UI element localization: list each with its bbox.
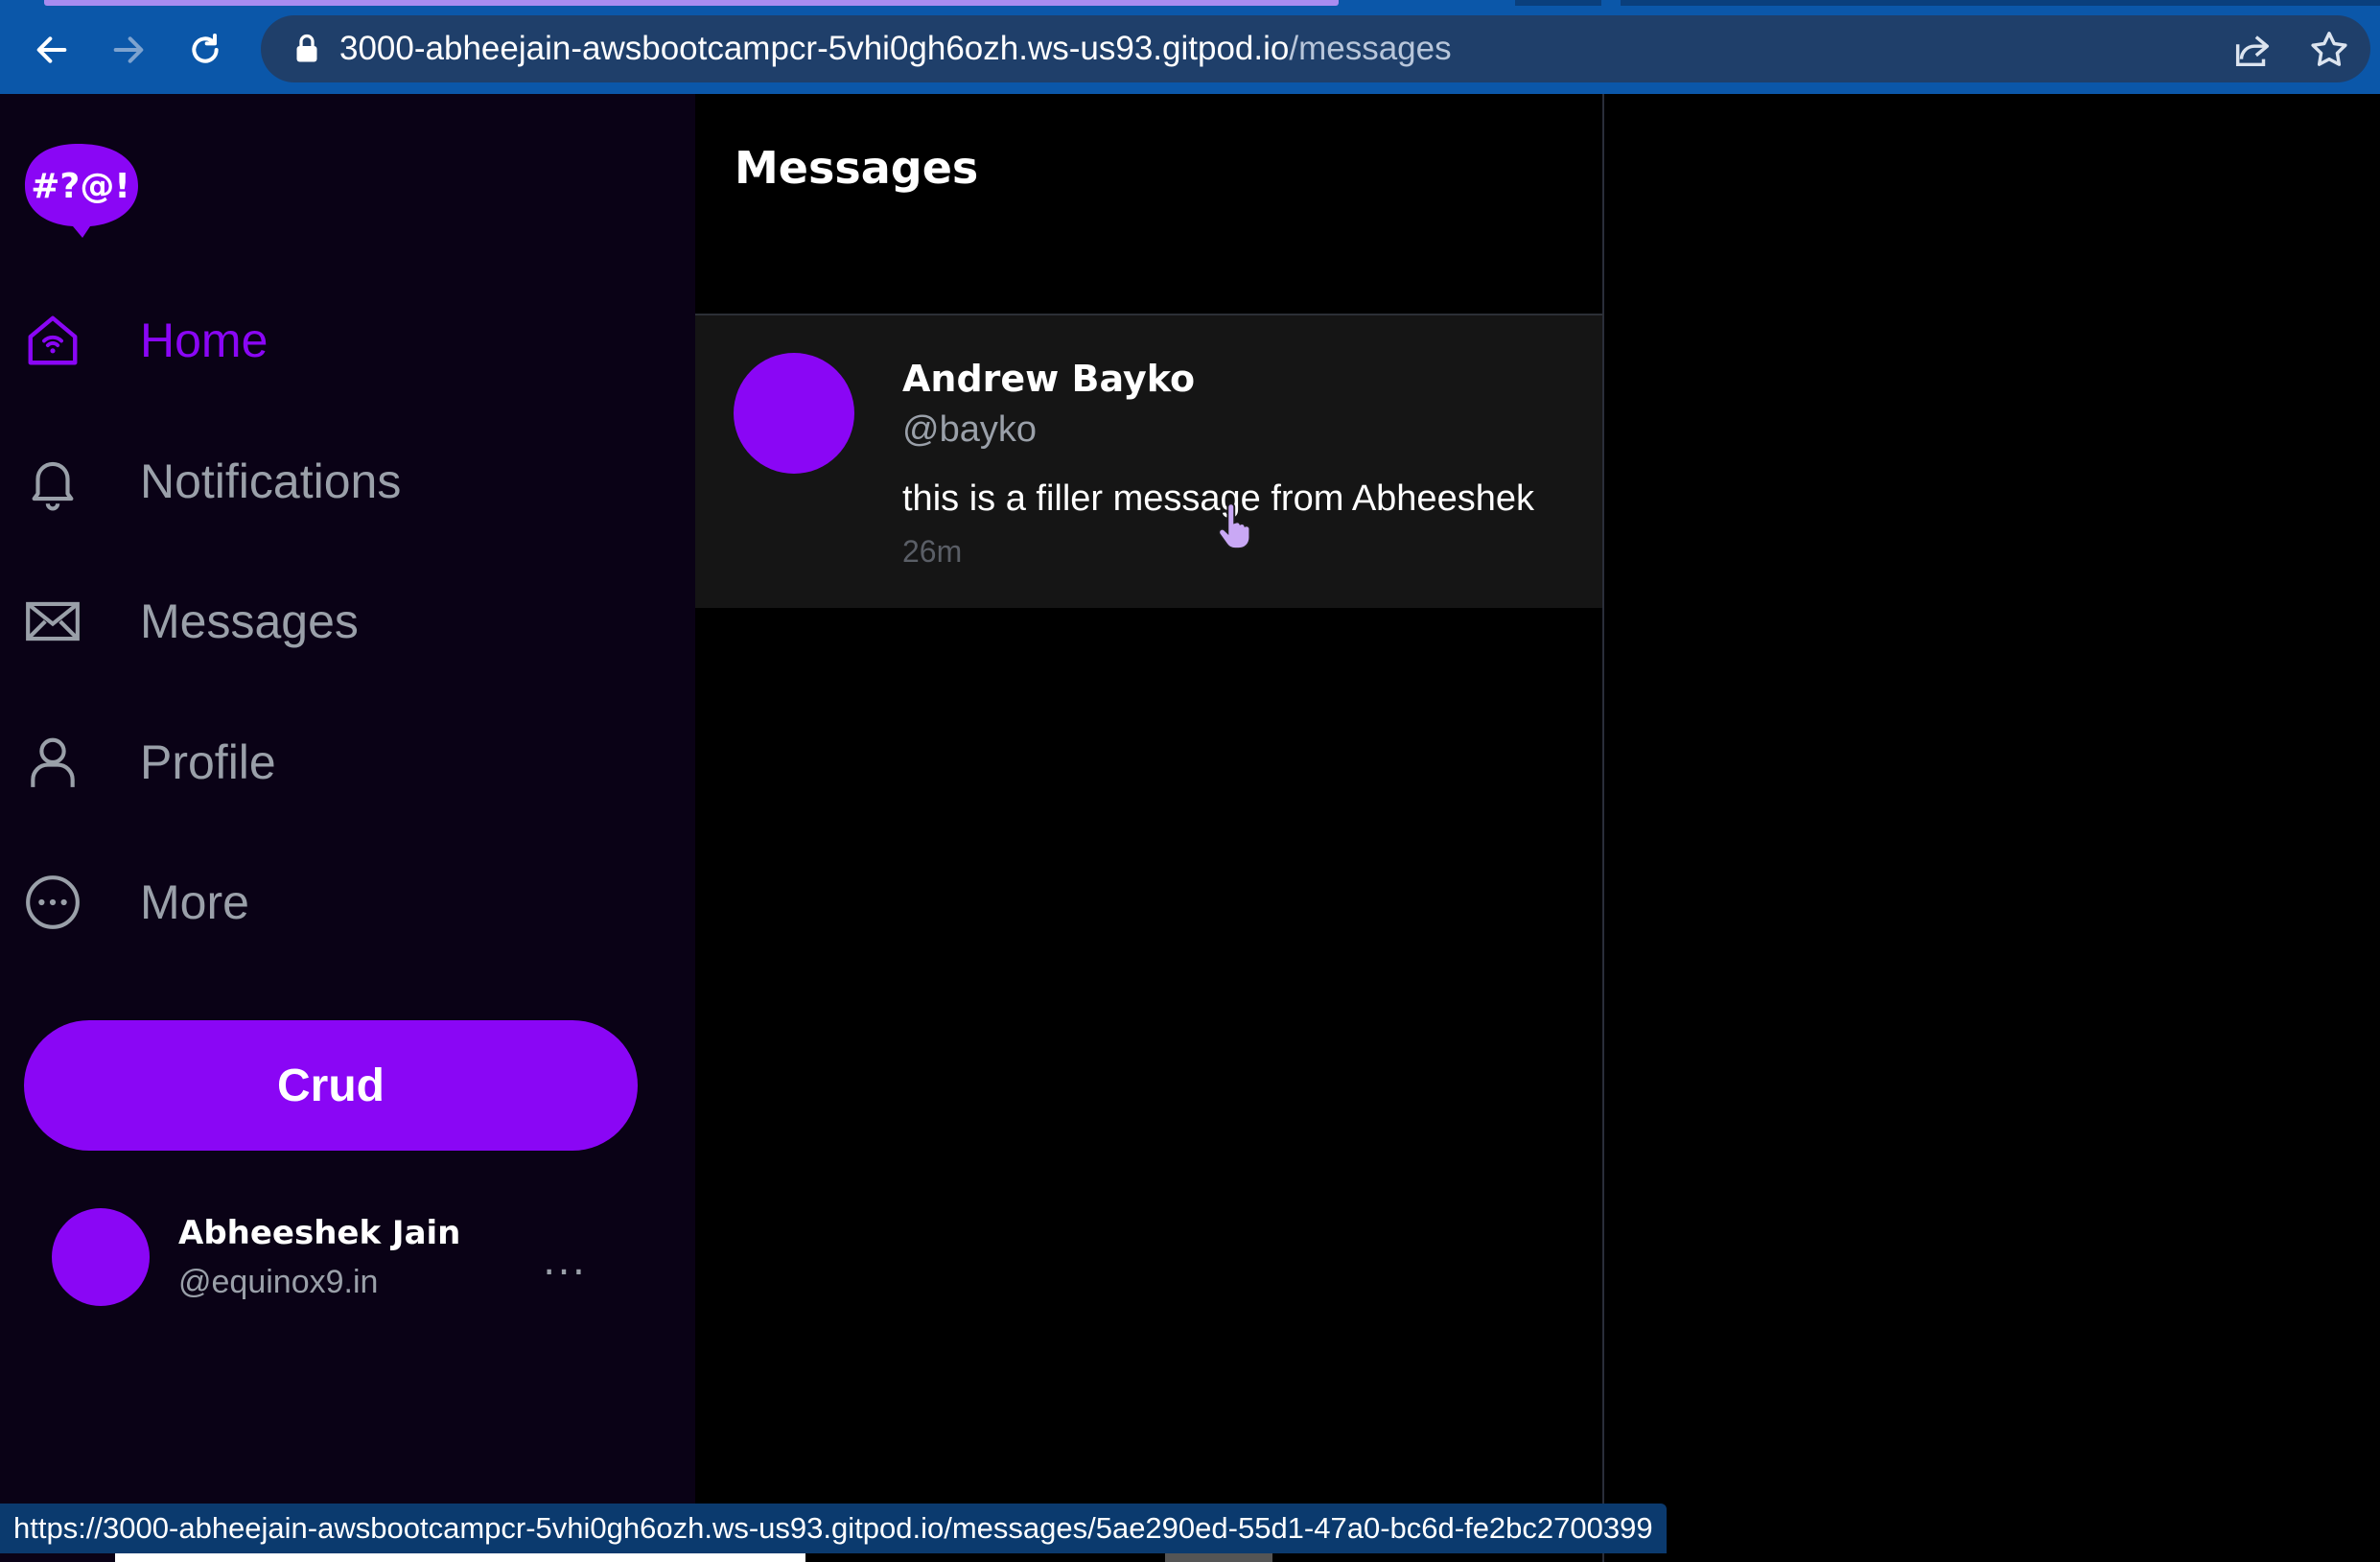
current-user-card[interactable]: Abheeshek Jain @equinox9.in ... [52, 1208, 665, 1308]
home-icon [23, 311, 82, 370]
reload-icon [192, 34, 219, 63]
sidebar-item-label: More [140, 875, 249, 929]
sidebar-item-label: Messages [140, 594, 359, 648]
lock-icon [296, 34, 317, 62]
crud-button[interactable]: Crud [24, 1020, 638, 1151]
bell-icon [23, 452, 82, 511]
sidebar-item-messages[interactable]: Messages [23, 583, 675, 660]
user-more-button[interactable]: ... [543, 1237, 587, 1284]
more-circle-icon [23, 873, 82, 932]
user-display-name: Abheeshek Jain [178, 1214, 461, 1252]
back-button[interactable] [23, 21, 81, 79]
arrow-left-icon [36, 36, 67, 63]
sidebar-item-notifications[interactable]: Notifications [23, 443, 675, 520]
arrow-right-icon [113, 36, 144, 63]
message-group-item[interactable]: Andrew Bayko @bayko this is a filler mes… [695, 315, 1602, 608]
taskbar-strip [1165, 1553, 1272, 1562]
hand-cursor-icon [1218, 502, 1251, 550]
message-group-handle: @bayko [902, 409, 1037, 450]
url-text: 3000-abheejain-awsbootcampcr-5vhi0gh6ozh… [339, 27, 1452, 71]
sidebar-item-label: Profile [140, 735, 276, 789]
messages-feed: Messages Andrew Bayko @bayko this is a f… [695, 94, 1604, 1562]
tab-strip-edge [1621, 0, 2380, 6]
url-path: /messages [1289, 30, 1452, 67]
envelope-icon [23, 592, 82, 651]
bookmark-star-icon[interactable] [2307, 28, 2351, 72]
sidebar-item-home[interactable]: Home [23, 302, 675, 379]
message-group-time: 26m [902, 534, 963, 569]
address-bar[interactable]: 3000-abheejain-awsbootcampcr-5vhi0gh6ozh… [261, 15, 2370, 82]
person-icon [23, 733, 82, 792]
avatar [734, 353, 854, 474]
sidebar-item-label: Notifications [140, 455, 402, 508]
speech-bubble-logo[interactable]: #?@! [23, 142, 140, 238]
sidebar-item-profile[interactable]: Profile [23, 724, 675, 801]
link-status-bubble: https://3000-abheejain-awsbootcampcr-5vh… [0, 1504, 1667, 1553]
logo-text: #?@! [31, 167, 129, 206]
user-handle: @equinox9.in [178, 1264, 379, 1300]
browser-toolbar: 3000-abheejain-awsbootcampcr-5vhi0gh6ozh… [0, 0, 2380, 94]
page-load-progress [44, 0, 1339, 6]
sidebar: #?@! Home Notifications Messages Profile… [0, 94, 695, 1562]
page-title: Messages [735, 142, 979, 194]
share-icon[interactable] [2230, 28, 2275, 72]
avatar [52, 1208, 150, 1306]
url-host: 3000-abheejain-awsbootcampcr-5vhi0gh6ozh… [339, 30, 1290, 67]
message-group-name: Andrew Bayko [902, 358, 1196, 400]
forward-button[interactable] [100, 21, 157, 79]
right-panel [1606, 94, 2380, 1562]
taskbar-strip [115, 1553, 805, 1562]
sidebar-item-label: Home [140, 314, 268, 367]
sidebar-item-more[interactable]: More [23, 864, 675, 941]
tab-strip-edge [1515, 0, 1601, 6]
reload-button[interactable] [176, 21, 234, 79]
